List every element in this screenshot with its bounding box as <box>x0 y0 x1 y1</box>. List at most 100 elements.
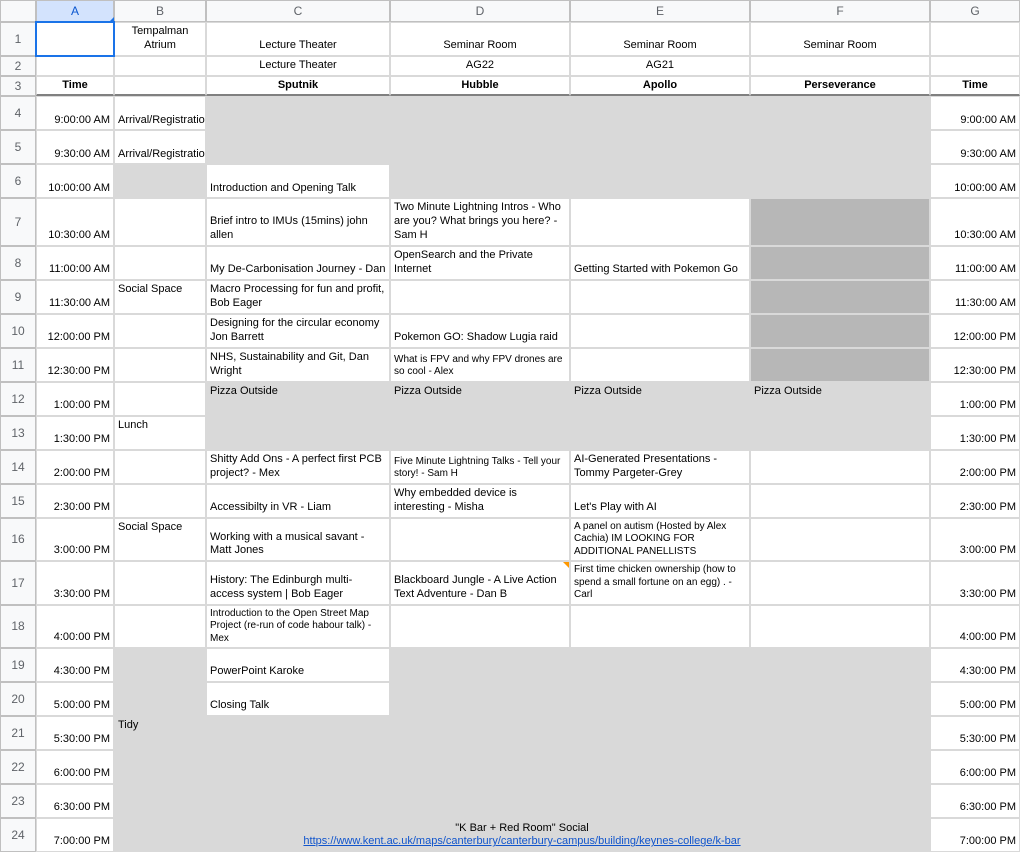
cell-D18[interactable] <box>390 605 570 649</box>
cell-B16[interactable]: Social Space <box>114 518 206 562</box>
cell-C13[interactable] <box>206 416 390 450</box>
cell-B20[interactable] <box>114 682 206 716</box>
row-header-17[interactable]: 17 <box>0 561 36 605</box>
cell-C20[interactable]: Closing Talk <box>206 682 390 716</box>
cell-D8[interactable]: OpenSearch and the Private Internet <box>390 246 570 280</box>
cell-D10[interactable]: Pokemon GO: Shadow Lugia raid <box>390 314 570 348</box>
cell-C17[interactable]: History: The Edinburgh multi-access syst… <box>206 561 390 605</box>
row-header-15[interactable]: 15 <box>0 484 36 518</box>
cell-B8[interactable] <box>114 246 206 280</box>
row-header-19[interactable]: 19 <box>0 648 36 682</box>
cell-G20[interactable]: 5:00:00 PM <box>930 682 1020 716</box>
cell-A2[interactable] <box>36 56 114 76</box>
social-block[interactable]: "K Bar + Red Room" Socialhttps://www.ken… <box>114 750 930 852</box>
row-header-11[interactable]: 11 <box>0 348 36 382</box>
cell-F2[interactable] <box>750 56 930 76</box>
cell-D4[interactable] <box>390 96 570 130</box>
cell-A10[interactable]: 12:00:00 PM <box>36 314 114 348</box>
cell-B7[interactable] <box>114 198 206 245</box>
col-header-a[interactable]: A <box>36 0 114 22</box>
cell-A7[interactable]: 10:30:00 AM <box>36 198 114 245</box>
cell-C11[interactable]: NHS, Sustainability and Git, Dan Wright <box>206 348 390 382</box>
cell-C7[interactable]: Brief intro to IMUs (15mins) john allen <box>206 198 390 245</box>
cell-G24[interactable]: 7:00:00 PM <box>930 818 1020 852</box>
cell-G10[interactable]: 12:00:00 PM <box>930 314 1020 348</box>
cell-C3[interactable]: Sputnik <box>206 76 390 97</box>
cell-A8[interactable]: 11:00:00 AM <box>36 246 114 280</box>
cell-A4[interactable]: 9:00:00 AM <box>36 96 114 130</box>
cell-C19[interactable]: PowerPoint Karoke <box>206 648 390 682</box>
cell-F6[interactable] <box>750 164 930 198</box>
cell-B3[interactable] <box>114 76 206 97</box>
cell-A20[interactable]: 5:00:00 PM <box>36 682 114 716</box>
row-header-6[interactable]: 6 <box>0 164 36 198</box>
cell-B12[interactable] <box>114 382 206 416</box>
cell-A22[interactable]: 6:00:00 PM <box>36 750 114 784</box>
cell-D14[interactable]: Five Minute Lightning Talks - Tell your … <box>390 450 570 484</box>
cell-A18[interactable]: 4:00:00 PM <box>36 605 114 649</box>
cell-B13[interactable]: Lunch <box>114 416 206 450</box>
cell-G17[interactable]: 3:30:00 PM <box>930 561 1020 605</box>
cell-C12[interactable]: Pizza Outside <box>206 382 390 416</box>
cell-F1[interactable]: Seminar Room <box>750 22 930 56</box>
row-header-13[interactable]: 13 <box>0 416 36 450</box>
cell-A23[interactable]: 6:30:00 PM <box>36 784 114 818</box>
cell-F18[interactable] <box>750 605 930 649</box>
cell-A12[interactable]: 1:00:00 PM <box>36 382 114 416</box>
cell-E14[interactable]: AI-Generated Presentations - Tommy Parge… <box>570 450 750 484</box>
cell-A9[interactable]: 11:30:00 AM <box>36 280 114 314</box>
cell-G22[interactable]: 6:00:00 PM <box>930 750 1020 784</box>
cell-G9[interactable]: 11:30:00 AM <box>930 280 1020 314</box>
cell-B15[interactable] <box>114 484 206 518</box>
cell-E19[interactable] <box>570 648 750 682</box>
cell-E6[interactable] <box>570 164 750 198</box>
cell-C1[interactable]: Lecture Theater <box>206 22 390 56</box>
cell-A13[interactable]: 1:30:00 PM <box>36 416 114 450</box>
cell-E2[interactable]: AG21 <box>570 56 750 76</box>
cell-D7[interactable]: Two Minute Lightning Intros - Who are yo… <box>390 198 570 245</box>
cell-F14[interactable] <box>750 450 930 484</box>
cell-G6[interactable]: 10:00:00 AM <box>930 164 1020 198</box>
cell-E12[interactable]: Pizza Outside <box>570 382 750 416</box>
select-all-corner[interactable] <box>0 0 36 22</box>
cell-D21[interactable] <box>390 716 570 750</box>
cell-B5[interactable]: Arrival/Registration <box>114 130 206 164</box>
cell-D15[interactable]: Why embedded device is interesting - Mis… <box>390 484 570 518</box>
cell-E4[interactable] <box>570 96 750 130</box>
cell-B4[interactable]: Arrival/Registration <box>114 96 206 130</box>
cell-F4[interactable] <box>750 96 930 130</box>
row-header-7[interactable]: 7 <box>0 198 36 245</box>
cell-F10[interactable] <box>750 314 930 348</box>
cell-A16[interactable]: 3:00:00 PM <box>36 518 114 562</box>
cell-A24[interactable]: 7:00:00 PM <box>36 818 114 852</box>
cell-B19[interactable] <box>114 648 206 682</box>
cell-F9[interactable] <box>750 280 930 314</box>
cell-G19[interactable]: 4:30:00 PM <box>930 648 1020 682</box>
cell-A17[interactable]: 3:30:00 PM <box>36 561 114 605</box>
cell-E18[interactable] <box>570 605 750 649</box>
row-header-24[interactable]: 24 <box>0 818 36 852</box>
cell-B21[interactable]: Tidy <box>114 716 206 750</box>
cell-E10[interactable] <box>570 314 750 348</box>
cell-D20[interactable] <box>390 682 570 716</box>
cell-E5[interactable] <box>570 130 750 164</box>
cell-G4[interactable]: 9:00:00 AM <box>930 96 1020 130</box>
cell-D6[interactable] <box>390 164 570 198</box>
row-header-1[interactable]: 1 <box>0 22 36 56</box>
cell-A6[interactable]: 10:00:00 AM <box>36 164 114 198</box>
cell-A3[interactable]: Time <box>36 76 114 97</box>
cell-A15[interactable]: 2:30:00 PM <box>36 484 114 518</box>
cell-G13[interactable]: 1:30:00 PM <box>930 416 1020 450</box>
cell-A19[interactable]: 4:30:00 PM <box>36 648 114 682</box>
cell-D1[interactable]: Seminar Room <box>390 22 570 56</box>
cell-F20[interactable] <box>750 682 930 716</box>
cell-E11[interactable] <box>570 348 750 382</box>
cell-G15[interactable]: 2:30:00 PM <box>930 484 1020 518</box>
cell-F13[interactable] <box>750 416 930 450</box>
row-header-23[interactable]: 23 <box>0 784 36 818</box>
cell-B1[interactable]: Tempalman Atrium <box>114 22 206 56</box>
col-header-d[interactable]: D <box>390 0 570 22</box>
cell-B6[interactable] <box>114 164 206 198</box>
cell-C4[interactable] <box>206 96 390 130</box>
cell-B18[interactable] <box>114 605 206 649</box>
